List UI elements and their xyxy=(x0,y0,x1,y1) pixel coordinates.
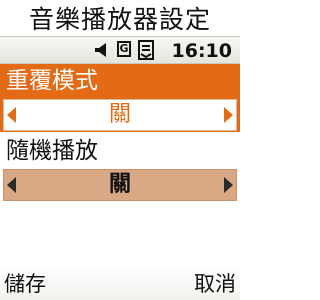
network-icon: G xyxy=(117,41,131,57)
selector-value: 關 xyxy=(108,172,131,197)
network-label: G xyxy=(119,42,129,55)
setting-repeat-mode[interactable]: 重覆模式 關 xyxy=(0,64,240,132)
selector-value: 關 xyxy=(108,102,131,127)
page-title-text: 音樂播放器設定 xyxy=(28,5,211,34)
status-bar: G 16:10 xyxy=(0,36,240,64)
arrow-right-icon[interactable] xyxy=(224,177,233,193)
setting-label: 重覆模式 xyxy=(0,64,240,98)
clock: 16:10 xyxy=(171,40,232,62)
shuffle-selector[interactable]: 關 xyxy=(3,169,237,201)
setting-shuffle[interactable]: 隨機播放 關 xyxy=(0,134,240,202)
cancel-softkey[interactable]: 取消 xyxy=(194,268,236,298)
softkey-bar: 儲存 取消 xyxy=(0,264,240,300)
page-title: 音樂播放器設定 xyxy=(0,0,240,36)
speaker-icon xyxy=(95,43,106,57)
save-softkey[interactable]: 儲存 xyxy=(4,268,46,298)
setting-label: 隨機播放 xyxy=(0,134,240,168)
arrow-right-icon[interactable] xyxy=(224,107,233,123)
repeat-mode-selector[interactable]: 關 xyxy=(3,99,237,131)
message-icon xyxy=(138,40,154,60)
